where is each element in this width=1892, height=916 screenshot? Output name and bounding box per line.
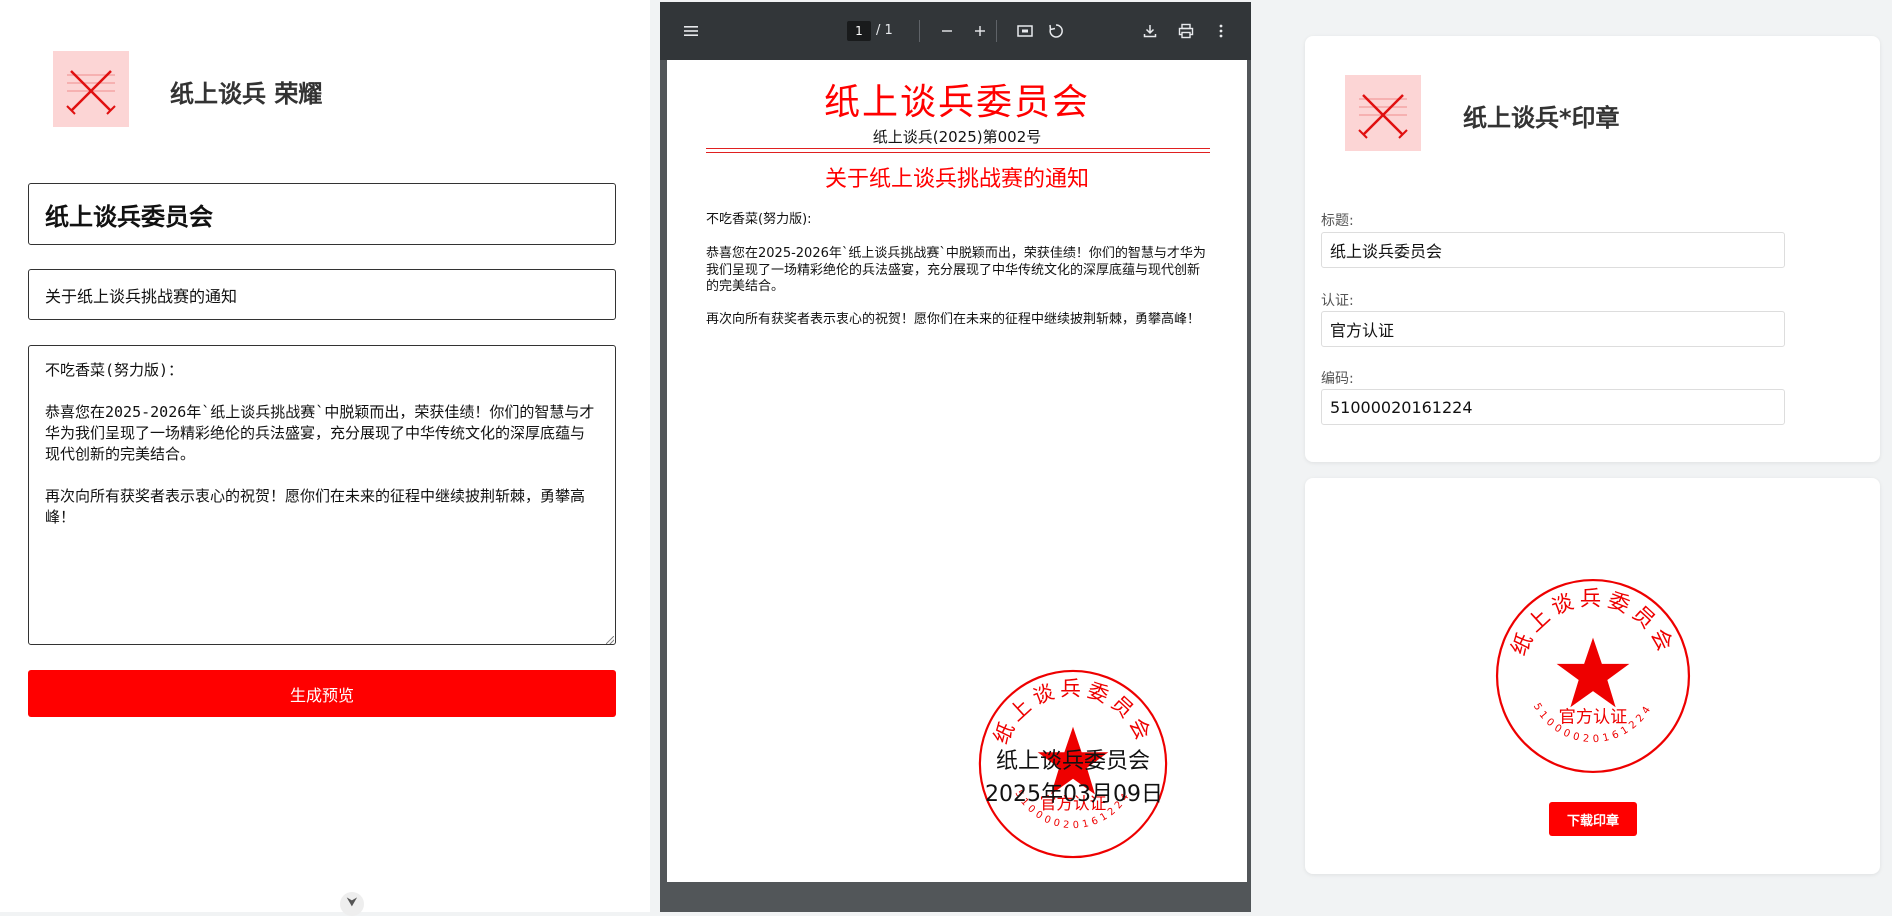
app-title: 纸上谈兵 荣耀 [170, 80, 323, 108]
document-paragraph: 恭喜您在2025-2026年`纸上谈兵挑战赛`中脱颖而出，荣获佳绩！你们的智慧与… [706, 246, 1206, 294]
seal-center-text: 官方认证 [1559, 707, 1628, 727]
editor-panel: 纸上谈兵 荣耀 不吃香菜(努力版)： 恭喜您在2025-2026年`纸上谈兵挑战… [0, 0, 650, 916]
scroll-down-icon[interactable]: ⮟ [340, 892, 364, 916]
seal-preview-card: 纸上谈兵委员会 官方认证 51000020161224 下载印章 [1305, 478, 1880, 874]
seal-cert-input[interactable] [1321, 311, 1785, 347]
document-paragraph: 再次向所有获奖者表示衷心的祝贺！愿你们在未来的征程中继续披荆斩棘，勇攀高峰！ [706, 312, 1201, 327]
viewer-toolbar: 1 / 1 [660, 2, 1251, 60]
header-rule [706, 148, 1210, 149]
page-total: / 1 [876, 23, 893, 38]
seal-title-label: 标题: [1321, 213, 1354, 229]
document-page: 纸上谈兵委员会 纸上谈兵(2025)第002号 关于纸上谈兵挑战赛的通知 不吃香… [667, 60, 1247, 882]
document-header: 纸上谈兵委员会 [823, 82, 1090, 123]
seal-settings-card: 纸上谈兵*印章 标题: 认证: 编码: [1305, 36, 1880, 462]
seal-code-label: 编码: [1321, 371, 1354, 387]
resize-handle-icon[interactable] [606, 636, 614, 644]
download-seal-button[interactable]: 下载印章 [1549, 802, 1637, 836]
generate-preview-button[interactable]: 生成预览 [28, 670, 616, 717]
menu-icon[interactable] [680, 20, 702, 42]
more-icon[interactable] [1210, 20, 1232, 42]
crossed-swords-logo [1345, 75, 1421, 151]
seal-code-input[interactable] [1321, 389, 1785, 425]
header-rule [706, 152, 1210, 153]
toolbar-divider [996, 20, 997, 42]
page-number-input[interactable]: 1 [847, 21, 871, 41]
document-signature: 纸上谈兵委员会 [995, 749, 1150, 774]
document-number: 纸上谈兵(2025)第002号 [872, 128, 1042, 146]
seal-title-input[interactable] [1321, 232, 1785, 268]
document-date: 2025年03月09日 [985, 782, 1163, 807]
seal-cert-label: 认证: [1321, 293, 1354, 309]
body-textarea[interactable]: 不吃香菜(努力版)： 恭喜您在2025-2026年`纸上谈兵挑战赛`中脱颖而出，… [28, 345, 616, 645]
download-icon[interactable] [1139, 20, 1161, 42]
fit-page-icon[interactable] [1014, 20, 1036, 42]
document-salutation: 不吃香菜(努力版): [706, 212, 812, 227]
zoom-out-icon[interactable] [936, 20, 958, 42]
rotate-icon[interactable] [1045, 20, 1067, 42]
print-icon[interactable] [1175, 20, 1197, 42]
crossed-swords-logo [53, 51, 129, 127]
pdf-viewer: 1 / 1 纸上谈兵委员会 纸上谈兵(2025)第002号 关于纸上谈兵挑战赛的… [660, 2, 1251, 912]
seal-preview: 纸上谈兵委员会 官方认证 51000020161224 [1495, 578, 1691, 774]
seal-app-title: 纸上谈兵*印章 [1463, 104, 1620, 132]
toolbar-divider [919, 20, 920, 42]
zoom-in-icon[interactable] [969, 20, 991, 42]
title-input[interactable] [28, 183, 616, 245]
subject-input[interactable] [28, 269, 616, 320]
document-title: 关于纸上谈兵挑战赛的通知 [824, 167, 1089, 192]
star-icon [1556, 637, 1630, 708]
